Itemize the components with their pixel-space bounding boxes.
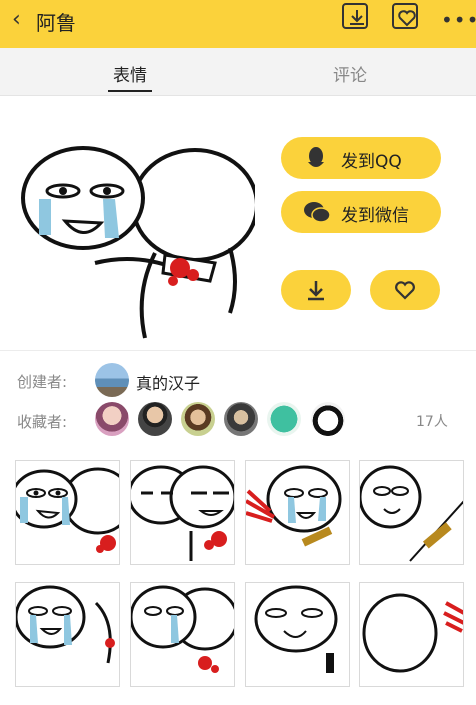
download-button[interactable] bbox=[281, 270, 351, 310]
sticker-thumbnail[interactable] bbox=[245, 582, 350, 687]
collector-avatar[interactable] bbox=[181, 402, 215, 436]
send-to-wechat-button[interactable]: 发到微信 bbox=[281, 191, 441, 233]
sticker-thumbnail[interactable] bbox=[130, 582, 235, 687]
download-icon[interactable] bbox=[342, 3, 368, 29]
top-bar: ‹ 阿鲁 ••• bbox=[0, 0, 476, 48]
collector-avatar[interactable] bbox=[224, 402, 258, 436]
sticker-thumbnail[interactable] bbox=[359, 582, 464, 687]
send-to-wechat-label: 发到微信 bbox=[341, 206, 409, 226]
tab-comments[interactable]: 评论 bbox=[333, 61, 367, 86]
download-icon bbox=[308, 281, 324, 301]
favorite-button[interactable] bbox=[370, 270, 440, 310]
sticker-thumbnail[interactable] bbox=[130, 460, 235, 565]
collector-avatar[interactable] bbox=[95, 402, 129, 436]
tab-stickers[interactable]: 表情 bbox=[113, 61, 147, 86]
collector-count[interactable]: 17人 bbox=[416, 411, 448, 431]
page-title: 阿鲁 bbox=[36, 11, 76, 35]
sticker-thumbnail[interactable] bbox=[15, 582, 120, 687]
collector-avatar[interactable] bbox=[267, 402, 301, 436]
sticker-thumbnail[interactable] bbox=[15, 460, 120, 565]
section-divider bbox=[0, 350, 476, 351]
tab-bar: 表情 评论 bbox=[0, 48, 476, 96]
collector-avatar[interactable] bbox=[138, 402, 172, 436]
active-tab-indicator bbox=[108, 90, 152, 92]
send-to-qq-label: 发到QQ bbox=[341, 152, 402, 172]
sticker-thumbnail[interactable] bbox=[245, 460, 350, 565]
main-sticker-image[interactable] bbox=[15, 143, 255, 343]
collector-label: 收藏者: bbox=[17, 413, 68, 431]
send-to-qq-button[interactable]: 发到QQ bbox=[281, 137, 441, 179]
creator-name[interactable]: 真的汉子 bbox=[136, 370, 200, 394]
more-icon[interactable]: ••• bbox=[441, 8, 476, 32]
creator-label: 创建者: bbox=[17, 373, 68, 391]
collector-avatar[interactable] bbox=[311, 402, 345, 436]
sticker-thumbnail[interactable] bbox=[359, 460, 464, 565]
favorite-icon[interactable] bbox=[392, 3, 418, 29]
creator-avatar[interactable] bbox=[95, 363, 129, 397]
back-chevron-icon[interactable]: ‹ bbox=[12, 9, 21, 31]
qq-icon bbox=[308, 147, 324, 167]
wechat-icon bbox=[304, 202, 331, 223]
heart-icon bbox=[395, 281, 415, 300]
